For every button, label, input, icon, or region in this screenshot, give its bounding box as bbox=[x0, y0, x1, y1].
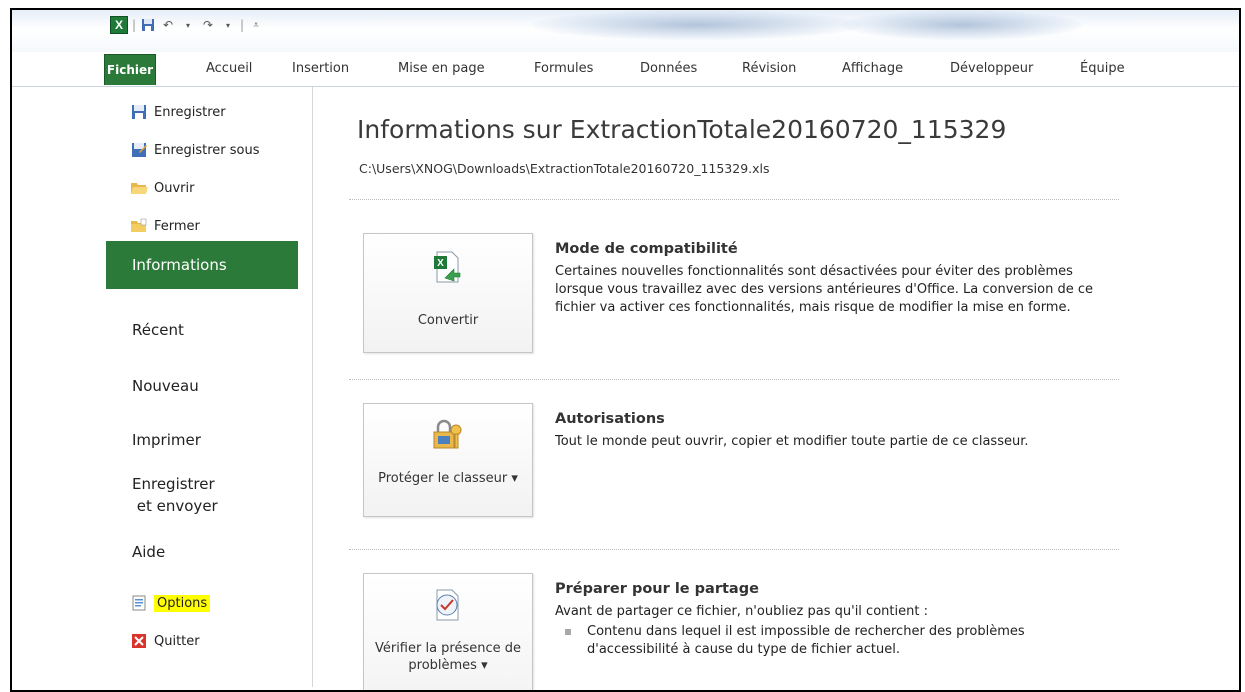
nav-item-enregistrer-sous[interactable]: Enregistrer sous bbox=[130, 141, 260, 159]
nav-item-enregistrer[interactable]: Enregistrer bbox=[130, 103, 226, 121]
nav-item-recent[interactable]: Récent bbox=[132, 321, 184, 339]
list-item-text: Contenu dans lequel il est impossible de… bbox=[587, 624, 1025, 657]
toolbar-separator: | bbox=[240, 18, 245, 32]
exit-icon bbox=[130, 632, 148, 650]
section-text-sharing: Avant de partager ce fichier, n'oubliez … bbox=[555, 604, 928, 619]
nav-item-options[interactable]: Options bbox=[130, 594, 211, 612]
redo-icon[interactable]: ↷ bbox=[200, 17, 216, 33]
nav-item-ouvrir[interactable]: Ouvrir bbox=[130, 179, 194, 197]
tab-mise-en-page[interactable]: Mise en page bbox=[398, 61, 485, 76]
list-item: Contenu dans lequel il est impossible de… bbox=[565, 623, 1105, 659]
convert-button-label: Convertir bbox=[417, 313, 479, 328]
nav-item-imprimer[interactable]: Imprimer bbox=[132, 431, 201, 449]
redo-dropdown-icon[interactable]: ▾ bbox=[220, 17, 236, 33]
open-folder-icon bbox=[130, 179, 148, 197]
customize-icon[interactable]: ⩡ bbox=[248, 17, 264, 33]
check-document-icon bbox=[430, 588, 464, 622]
nav-item-label: Ouvrir bbox=[154, 180, 195, 196]
title-bar-decoration bbox=[842, 10, 1082, 40]
section-text-permissions: Tout le monde peut ouvrir, copier et mod… bbox=[555, 434, 1029, 449]
nav-item-enregistrer-et-envoyer[interactable]: Enregistrer et envoyer bbox=[132, 473, 218, 517]
options-icon bbox=[130, 594, 148, 612]
check-issues-button-label: Vérifier la présence de problèmes ▾ bbox=[374, 641, 522, 673]
toolbar-separator: | bbox=[132, 18, 137, 32]
protect-workbook-button[interactable]: Protéger le classeur ▾ bbox=[363, 403, 533, 517]
nav-item-fermer[interactable]: Fermer bbox=[130, 217, 200, 235]
nav-item-label: Options bbox=[154, 594, 211, 612]
title-bar-decoration bbox=[532, 10, 862, 40]
excel-logo-icon[interactable]: X bbox=[110, 16, 128, 34]
bullet-icon bbox=[565, 629, 571, 635]
page-title: Informations sur ExtractionTotale2016072… bbox=[357, 115, 1007, 144]
protect-lock-icon bbox=[430, 418, 464, 452]
nav-item-aide[interactable]: Aide bbox=[132, 543, 165, 561]
save-icon[interactable] bbox=[140, 17, 156, 33]
tab-affichage[interactable]: Affichage bbox=[842, 61, 903, 76]
tab-revision[interactable]: Révision bbox=[742, 61, 796, 76]
divider bbox=[349, 549, 1119, 550]
tab-developpeur[interactable]: Développeur bbox=[950, 61, 1033, 76]
nav-item-label: Enregistrer bbox=[154, 104, 226, 120]
backstage-nav: Enregistrer Enregistrer sous Ouvrir Ferm… bbox=[12, 87, 313, 687]
tab-insertion[interactable]: Insertion bbox=[292, 61, 349, 76]
section-title-permissions: Autorisations bbox=[555, 411, 665, 427]
undo-icon[interactable]: ↶ bbox=[160, 17, 176, 33]
nav-item-label: Enregistrer sous bbox=[154, 142, 260, 158]
nav-item-label: Fermer bbox=[154, 218, 200, 234]
section-title-sharing: Préparer pour le partage bbox=[555, 581, 759, 597]
save-as-icon bbox=[130, 141, 148, 159]
nav-item-label: Quitter bbox=[154, 633, 200, 649]
tab-fichier[interactable]: Fichier bbox=[104, 54, 156, 85]
protect-workbook-button-label: Protéger le classeur ▾ bbox=[378, 471, 518, 486]
quick-access-toolbar: X | ↶ ▾ ↷ ▾ | ⩡ bbox=[110, 16, 264, 34]
ribbon-tabs: Fichier Accueil Insertion Mise en page F… bbox=[12, 52, 1239, 87]
close-folder-icon bbox=[130, 217, 148, 235]
svg-text:X: X bbox=[437, 258, 444, 269]
check-issues-button[interactable]: Vérifier la présence de problèmes ▾ bbox=[363, 573, 533, 690]
convert-button[interactable]: X Convertir bbox=[363, 233, 533, 353]
tab-equipe[interactable]: Équipe bbox=[1080, 61, 1125, 76]
section-title-compatibility: Mode de compatibilité bbox=[555, 241, 738, 257]
undo-dropdown-icon[interactable]: ▾ bbox=[180, 17, 196, 33]
divider bbox=[349, 379, 1119, 380]
save-icon bbox=[130, 103, 148, 121]
convert-icon: X bbox=[430, 250, 464, 284]
section-text-compatibility: Certaines nouvelles fonctionnalités sont… bbox=[555, 264, 1094, 315]
nav-item-nouveau[interactable]: Nouveau bbox=[132, 377, 199, 395]
title-bar: X | ↶ ▾ ↷ ▾ | ⩡ bbox=[12, 10, 1239, 52]
tab-donnees[interactable]: Données bbox=[640, 61, 697, 76]
tab-accueil[interactable]: Accueil bbox=[206, 61, 252, 76]
excel-window: X | ↶ ▾ ↷ ▾ | ⩡ Fichier Accueil Insertio… bbox=[10, 8, 1241, 692]
tab-formules[interactable]: Formules bbox=[534, 61, 593, 76]
nav-item-quitter[interactable]: Quitter bbox=[130, 632, 200, 650]
backstage-content: Informations sur ExtractionTotale2016072… bbox=[313, 87, 1239, 690]
divider bbox=[349, 199, 1119, 200]
file-path: C:\Users\XNOG\Downloads\ExtractionTotale… bbox=[359, 161, 770, 176]
nav-item-informations[interactable]: Informations bbox=[106, 241, 312, 289]
